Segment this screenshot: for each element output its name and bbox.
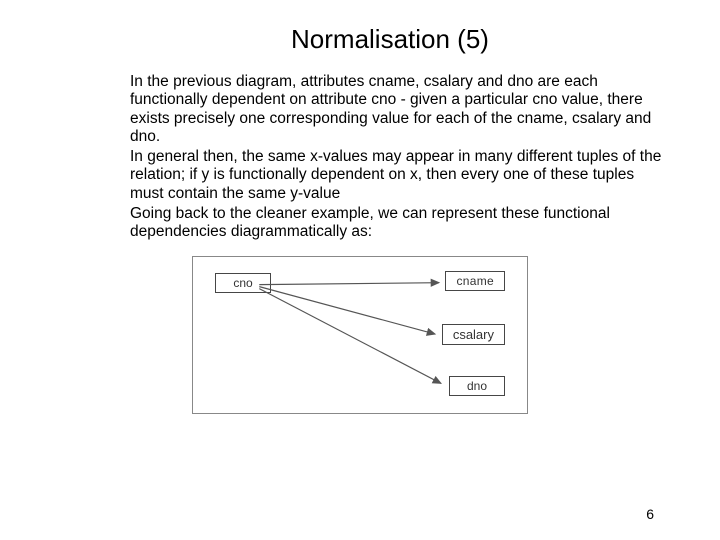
paragraph-2: In general then, the same x-values may a… (130, 148, 664, 203)
paragraph-1: In the previous diagram, attributes cnam… (130, 73, 664, 146)
fd-diagram: cno cname csalary dno (192, 256, 528, 414)
slide-title: Normalisation (5) (56, 24, 664, 55)
diagram-target-cname: cname (445, 271, 505, 292)
page-number: 6 (646, 506, 654, 522)
slide-body: In the previous diagram, attributes cnam… (130, 73, 664, 242)
diagram-target-dno: dno (449, 376, 505, 397)
diagram-source-node: cno (215, 273, 271, 294)
paragraph-3: Going back to the cleaner example, we ca… (130, 205, 664, 242)
diagram-target-csalary: csalary (442, 324, 505, 346)
